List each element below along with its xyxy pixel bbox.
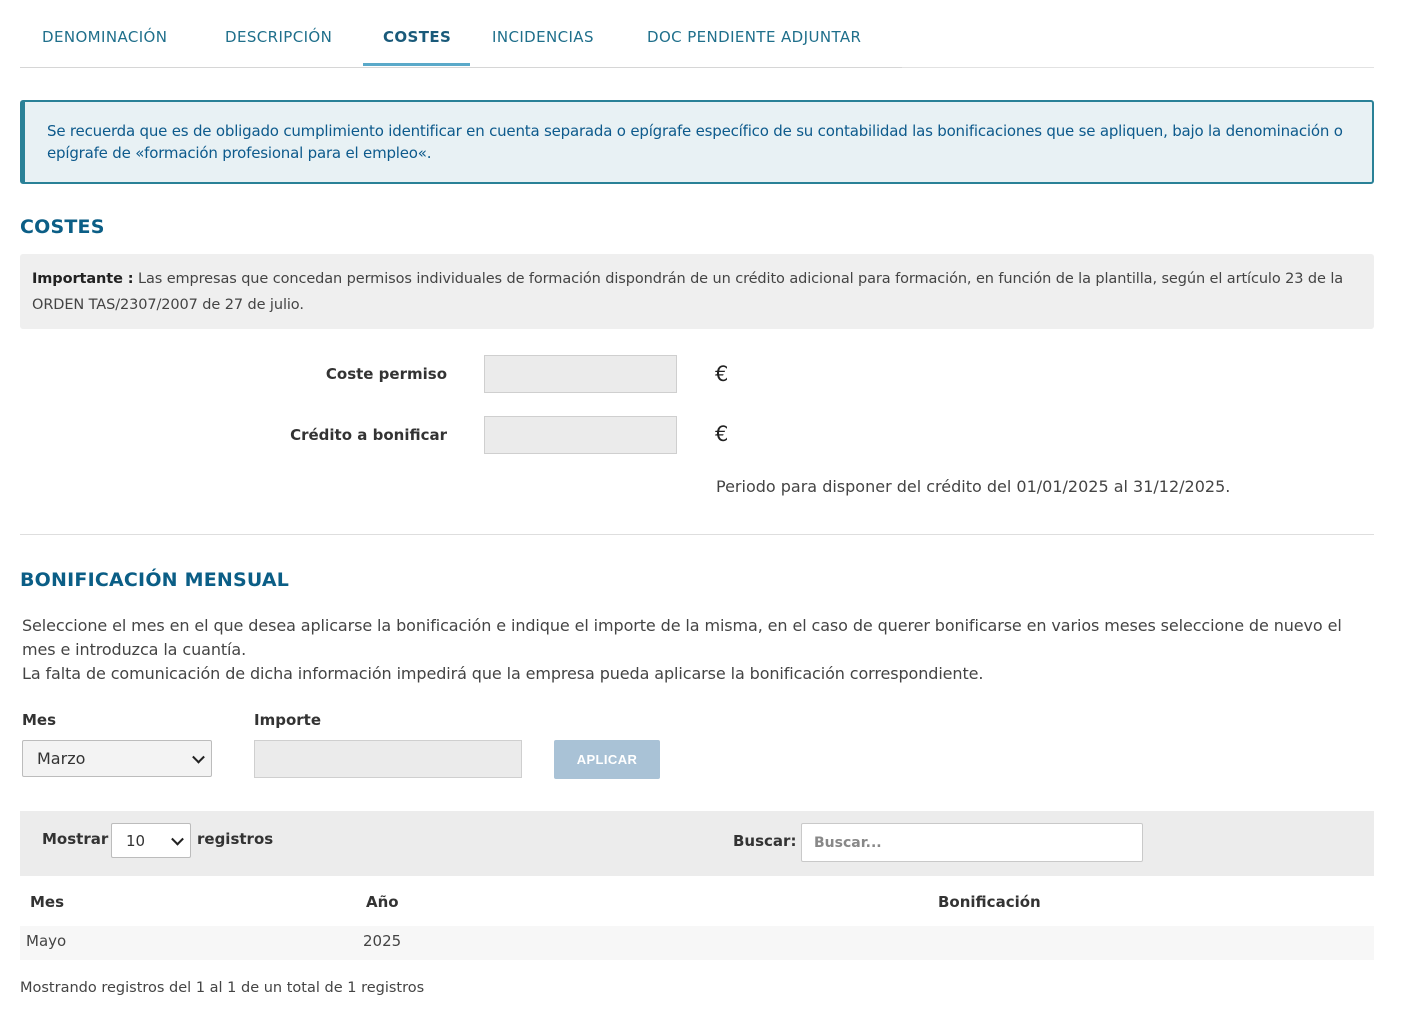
mes-label: Mes — [22, 711, 57, 729]
important-text: Las empresas que concedan permisos indiv… — [32, 271, 1344, 313]
credito-bonificar-currency: € — [715, 422, 729, 446]
credit-period-text: Periodo para disponer del crédito del 01… — [716, 477, 1231, 496]
importe-input[interactable] — [254, 740, 522, 778]
show-label: Mostrar — [42, 830, 109, 848]
tab-bar: DENOMINACIÓN DESCRIPCIÓN COSTES INCIDENC… — [20, 0, 902, 68]
column-header-anio[interactable]: Año — [366, 893, 399, 911]
important-info-text: Importante : Las empresas que concedan p… — [32, 266, 1362, 318]
table-cell-mes: Mayo — [26, 932, 67, 950]
tab-descripcion[interactable]: DESCRIPCIÓN — [225, 28, 332, 46]
bonificacion-desc-line1: Seleccione el mes en el que desea aplica… — [22, 616, 1342, 659]
column-header-mes[interactable]: Mes — [30, 893, 64, 911]
page-size-select[interactable]: 10 — [111, 823, 191, 858]
bonificacion-description: Seleccione el mes en el que desea aplica… — [22, 614, 1362, 686]
important-label: Importante : — [32, 271, 134, 287]
tab-doc-pendiente-adjuntar[interactable]: DOC PENDIENTE ADJUNTAR — [647, 28, 861, 46]
important-info-box: Importante : Las empresas que concedan p… — [20, 254, 1374, 329]
info-alert: Se recuerda que es de obligado cumplimie… — [20, 100, 1374, 184]
column-header-bonificacion[interactable]: Bonificación — [938, 893, 1041, 911]
records-label: registros — [197, 830, 274, 848]
chevron-down-icon — [192, 750, 205, 764]
tab-denominacion[interactable]: DENOMINACIÓN — [42, 28, 167, 46]
table-row — [20, 926, 1374, 960]
credito-bonificar-label: Crédito a bonificar — [290, 426, 447, 444]
chevron-down-icon — [171, 832, 184, 846]
mes-select[interactable]: Marzo — [22, 740, 212, 777]
search-label: Buscar: — [733, 832, 797, 850]
table-cell-anio: 2025 — [363, 932, 402, 950]
tab-costes[interactable]: COSTES — [383, 28, 451, 46]
bonificacion-desc-line2: La falta de comunicación de dicha inform… — [22, 664, 984, 683]
coste-permiso-input[interactable] — [484, 355, 677, 393]
bonificacion-section-title: BONIFICACIÓN MENSUAL — [20, 569, 290, 591]
search-input[interactable]: Buscar... — [801, 823, 1143, 862]
active-tab-indicator — [363, 63, 470, 66]
tab-bar-divider — [902, 67, 1374, 68]
table-info: Mostrando registros del 1 al 1 de un tot… — [20, 980, 425, 996]
aplicar-button[interactable]: APLICAR — [554, 740, 660, 779]
costes-section-title: COSTES — [20, 216, 105, 238]
mes-selected-value: Marzo — [37, 749, 86, 768]
alert-text: Se recuerda que es de obligado cumplimie… — [47, 122, 1343, 162]
tab-incidencias[interactable]: INCIDENCIAS — [492, 28, 594, 46]
coste-permiso-label: Coste permiso — [325, 365, 447, 383]
credito-bonificar-input[interactable] — [484, 416, 677, 454]
importe-label: Importe — [254, 711, 321, 729]
section-divider — [20, 534, 1374, 535]
page-size-value: 10 — [126, 831, 146, 850]
coste-permiso-currency: € — [715, 362, 729, 386]
